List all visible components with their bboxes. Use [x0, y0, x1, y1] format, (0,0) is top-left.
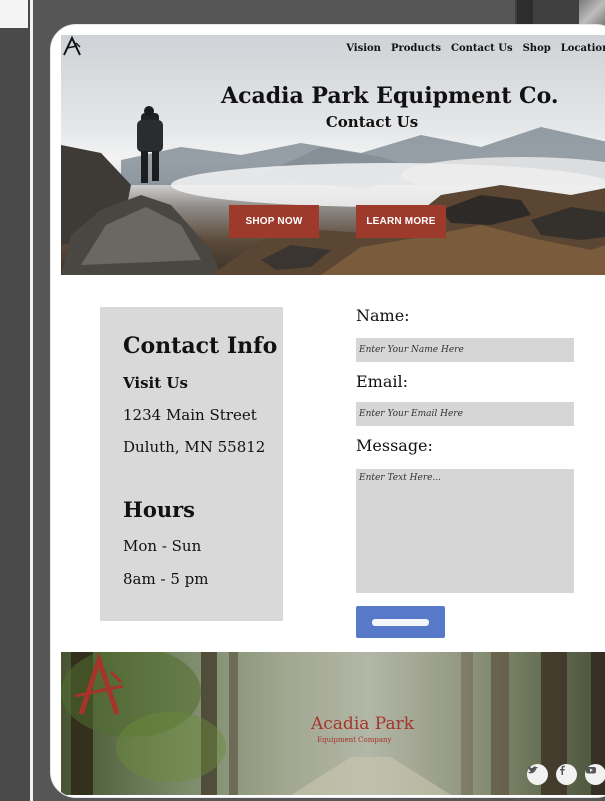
- street-address: 1234 Main Street: [123, 406, 257, 424]
- nav-shop-link[interactable]: Shop: [523, 43, 551, 54]
- city-address: Duluth, MN 55812: [123, 438, 266, 456]
- submit-button[interactable]: [356, 606, 445, 638]
- learn-more-button[interactable]: LEARN MORE: [356, 205, 446, 238]
- contact-info-title: Contact Info: [123, 333, 278, 359]
- shop-now-button[interactable]: SHOP NOW: [229, 205, 319, 238]
- hours-time: 8am - 5 pm: [123, 570, 209, 588]
- visit-us-heading: Visit Us: [123, 374, 188, 392]
- youtube-icon[interactable]: [585, 764, 605, 785]
- hero-title: Acadia Park Equipment Co.: [221, 83, 559, 109]
- hours-days: Mon - Sun: [123, 537, 202, 555]
- frame-left-line: [30, 0, 33, 801]
- name-label: Name:: [356, 306, 410, 325]
- nav-contact-link[interactable]: Contact Us: [451, 43, 513, 54]
- twitter-icon[interactable]: [527, 764, 548, 785]
- hero-subtitle: Contact Us: [325, 113, 419, 131]
- email-input[interactable]: [356, 402, 574, 426]
- site-footer: Acadia Park Equipment Company: [61, 652, 605, 795]
- nav-locations-link[interactable]: Locations: [561, 43, 605, 54]
- email-label: Email:: [356, 372, 409, 391]
- name-input[interactable]: [356, 338, 574, 362]
- footer-brand-tagline: Equipment Company: [317, 736, 392, 744]
- footer-brand-name: Acadia Park: [311, 714, 415, 734]
- nav-products-link[interactable]: Products: [391, 43, 441, 54]
- message-textarea[interactable]: [356, 469, 574, 593]
- submit-button-label-bar: [372, 619, 429, 626]
- device-frame: Vision Products Contact Us Shop Location…: [50, 24, 605, 798]
- contact-page: Vision Products Contact Us Shop Location…: [61, 35, 605, 795]
- frame-left-bar: [0, 0, 32, 801]
- frame-top-notch: [0, 0, 28, 28]
- brand-logo-icon[interactable]: [61, 35, 83, 57]
- facebook-icon[interactable]: [556, 764, 577, 785]
- contact-info-panel: Contact Info Visit Us 1234 Main Street D…: [100, 307, 283, 621]
- footer-brand-logo-icon: [74, 652, 124, 715]
- hero-banner: Vision Products Contact Us Shop Location…: [61, 35, 605, 275]
- nav-vision-link[interactable]: Vision: [346, 43, 381, 54]
- message-label: Message:: [356, 436, 433, 455]
- hours-heading: Hours: [123, 497, 196, 522]
- hero-mountain-image: [61, 106, 605, 275]
- main-nav: Vision Products Contact Us Shop Location…: [346, 43, 605, 54]
